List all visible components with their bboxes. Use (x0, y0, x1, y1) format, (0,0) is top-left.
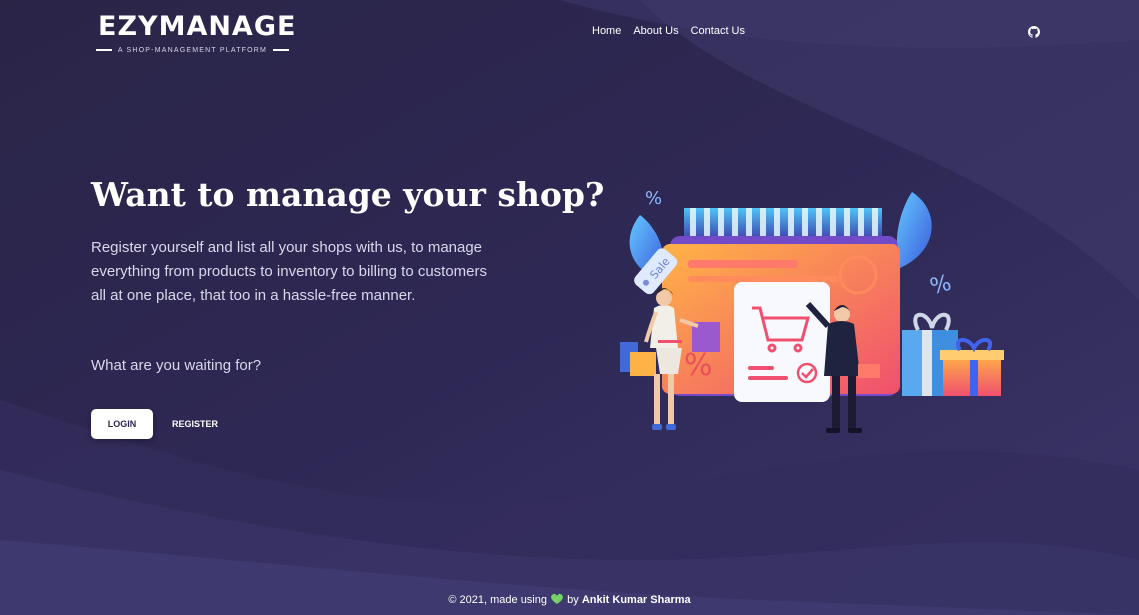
login-button[interactable]: LOGIN (91, 409, 153, 439)
store-awning (684, 208, 882, 236)
tagline-divider-left (96, 49, 112, 51)
footer-prefix: © 2021, made using (448, 594, 547, 606)
hero-description: Register yourself and list all your shop… (91, 239, 488, 304)
percent-mark-top-left: % (645, 188, 662, 209)
checkout-card (734, 282, 830, 402)
percent-mark-card: % (684, 348, 713, 383)
nav-contact-link[interactable]: Contact Us (691, 25, 745, 37)
right-leaf-shape (896, 192, 932, 268)
brand-tagline: A SHOP-MANAGEMENT PLATFORM (117, 46, 268, 54)
github-icon[interactable] (1028, 26, 1040, 38)
brand-name: EZYMANAGE (98, 11, 297, 42)
vue-heart-icon (551, 593, 563, 604)
hero-cta-text: What are you waiting for? (91, 357, 262, 374)
footer-by: by (567, 594, 579, 606)
footer: © 2021, made using by Ankit Kumar Sharma (0, 593, 1139, 606)
register-button[interactable]: REGISTER (166, 409, 224, 439)
brand-logo[interactable]: EZYMANAGE A SHOP-MANAGEMENT PLATFORM (96, 12, 295, 56)
brand-tagline-row: A SHOP-MANAGEMENT PLATFORM (96, 45, 289, 55)
nav-home-link[interactable]: Home (592, 25, 621, 37)
hero-title: Want to manage your shop? (91, 175, 605, 214)
nav-about-link[interactable]: About Us (633, 25, 678, 37)
tagline-divider-right (273, 49, 289, 51)
main-nav: Home About Us Contact Us (592, 25, 745, 37)
footer-author[interactable]: Ankit Kumar Sharma (582, 594, 691, 606)
shop-illustration: Sale % % % (620, 188, 1004, 433)
percent-mark-right: % (927, 271, 954, 301)
